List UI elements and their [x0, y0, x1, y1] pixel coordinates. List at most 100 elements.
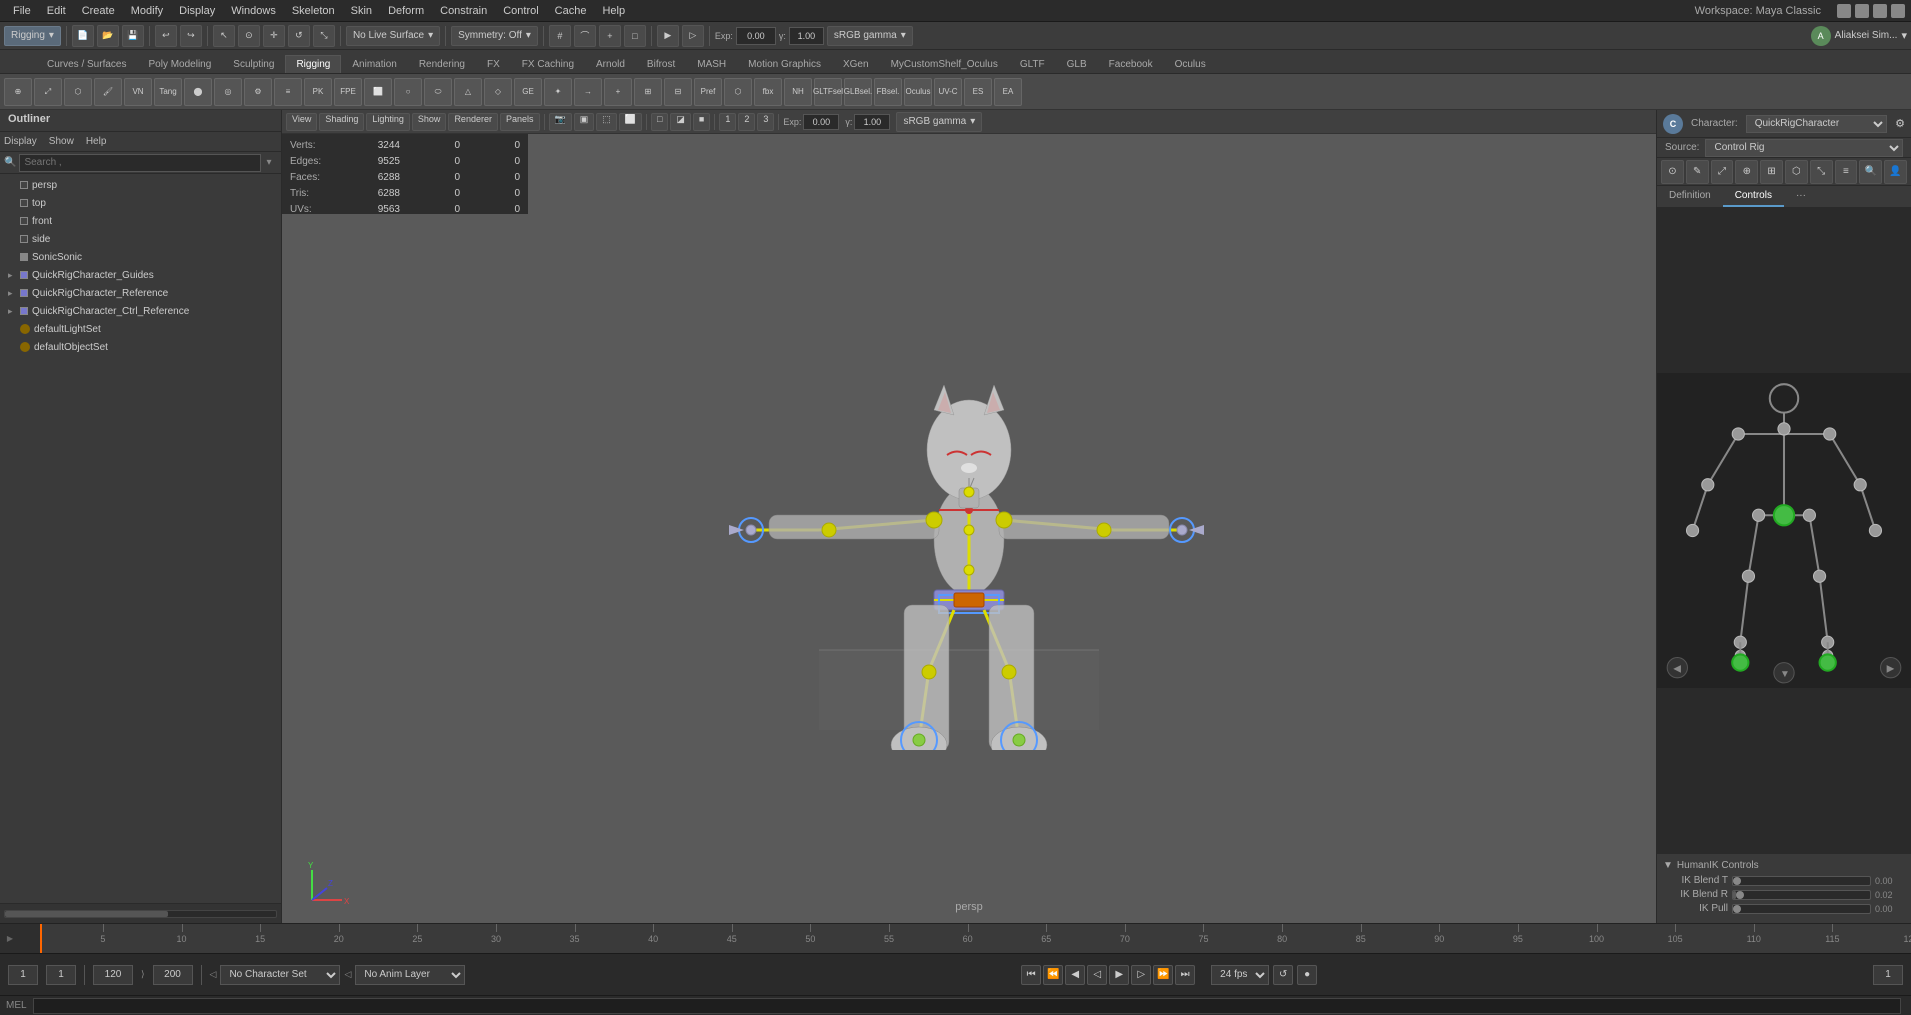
fps-dropdown[interactable]: 24 fps 30 fps [1211, 965, 1269, 985]
frame-start-input[interactable] [8, 965, 38, 985]
shelf-icon-star[interactable]: ✦ [544, 78, 572, 106]
hik-tool6[interactable]: ⬡ [1785, 160, 1808, 184]
shelf-tab-arnold[interactable]: Arnold [585, 55, 636, 73]
menu-modify[interactable]: Modify [124, 3, 170, 19]
menu-edit[interactable]: Edit [40, 3, 73, 19]
menu-windows[interactable]: Windows [224, 3, 283, 19]
shelf-tab-glb[interactable]: GLB [1056, 55, 1098, 73]
timeline-track[interactable]: 1510152025303540455055606570758085909510… [40, 924, 1911, 953]
shelf-icon-diamond[interactable]: ◇ [484, 78, 512, 106]
outliner-scrollbar[interactable] [4, 910, 277, 918]
play-back-btn[interactable]: ◁ [1087, 965, 1107, 985]
menu-control[interactable]: Control [496, 3, 545, 19]
shelf-icon-pk[interactable]: PK [304, 78, 332, 106]
shelf-icon-gltfsel[interactable]: GLTFsel [814, 78, 842, 106]
shelf-icon-pref[interactable]: Pref [694, 78, 722, 106]
next-key-btn[interactable]: ▷ [1131, 965, 1151, 985]
outliner-menu-show[interactable]: Show [49, 136, 74, 147]
shelf-icon-cylinder[interactable]: ⬭ [424, 78, 452, 106]
vp-shading1-btn[interactable]: □ [651, 113, 668, 131]
hik-tool3[interactable]: ⤢ [1711, 160, 1734, 184]
go-end-btn[interactable]: ⏭ [1175, 965, 1195, 985]
shelf-icon-arrow[interactable]: → [574, 78, 602, 106]
tree-item-persp[interactable]: persp [0, 176, 281, 194]
shelf-tab-fx[interactable]: FX [476, 55, 511, 73]
char-set-dropdown[interactable]: No Character Set [220, 965, 340, 985]
search-options-btn[interactable]: ▾ [261, 155, 277, 171]
new-scene-btn[interactable]: 📄 [72, 25, 94, 47]
tree-item-objectset[interactable]: defaultObjectSet [0, 338, 281, 356]
shelf-tab-xgen[interactable]: XGen [832, 55, 880, 73]
rotate-tool-btn[interactable]: ↺ [288, 25, 310, 47]
save-scene-btn[interactable]: 💾 [122, 25, 144, 47]
shelf-icon-joint[interactable]: ⊕ [4, 78, 32, 106]
shelf-icon-ik[interactable]: ⤢ [34, 78, 62, 106]
shelf-icon-grid[interactable]: ⊟ [664, 78, 692, 106]
loop-toggle-btn[interactable]: ↺ [1273, 965, 1293, 985]
next-frame-btn[interactable]: ⏩ [1153, 965, 1173, 985]
snap-view-btn[interactable]: □ [624, 25, 646, 47]
timeline-ruler[interactable]: 1510152025303540455055606570758085909510… [40, 924, 1911, 953]
vp-layout3-btn[interactable]: ⬜ [619, 113, 642, 131]
vp-quality2-btn[interactable]: 2 [738, 113, 755, 131]
hik-tool1[interactable]: ⊙ [1661, 160, 1684, 184]
mel-input[interactable] [33, 998, 1901, 1014]
shelf-icon-es[interactable]: ES [964, 78, 992, 106]
shelf-icon-settings[interactable]: ≡ [274, 78, 302, 106]
shelf-tab-curves[interactable]: Curves / Surfaces [36, 55, 137, 73]
shelf-icon-ea[interactable]: EA [994, 78, 1022, 106]
move-tool-btn[interactable]: ✛ [263, 25, 285, 47]
vp-menu-shading[interactable]: Shading [319, 113, 364, 131]
tab-definition[interactable]: Definition [1657, 186, 1723, 207]
tab-extra[interactable]: ··· [1784, 186, 1818, 207]
vp-menu-view[interactable]: View [286, 113, 317, 131]
shelf-icon-bind[interactable]: ⬡ [64, 78, 92, 106]
open-scene-btn[interactable]: 📂 [97, 25, 119, 47]
vp-layout1-btn[interactable]: ▣ [574, 113, 595, 131]
mode-dropdown[interactable]: Rigging ▾ [4, 26, 61, 46]
shelf-tab-bifrost[interactable]: Bifrost [636, 55, 686, 73]
vp-gamma-val[interactable]: 1.00 [854, 114, 890, 130]
character-dropdown[interactable]: QuickRigCharacter [1746, 115, 1887, 133]
vp-menu-renderer[interactable]: Renderer [448, 113, 498, 131]
tree-item-lightset[interactable]: defaultLightSet [0, 320, 281, 338]
shelf-icon-glbsel[interactable]: GLBsel. [844, 78, 872, 106]
shelf-icon-oc[interactable]: Oculus [904, 78, 932, 106]
viewport[interactable]: View Shading Lighting Show Renderer Pane… [282, 110, 1656, 923]
exposure-value[interactable]: 0.00 [736, 27, 776, 45]
vp-menu-lighting[interactable]: Lighting [366, 113, 410, 131]
shelf-tab-sculpting[interactable]: Sculpting [222, 55, 285, 73]
timeline-playhead[interactable] [40, 924, 42, 953]
vp-menu-panels[interactable]: Panels [500, 113, 540, 131]
hik-tool4[interactable]: ⊕ [1735, 160, 1758, 184]
shelf-icon-fpe[interactable]: FPE [334, 78, 362, 106]
shelf-icon-fbx[interactable]: fbx [754, 78, 782, 106]
hik-tool7[interactable]: ⤡ [1810, 160, 1833, 184]
tab-controls[interactable]: Controls [1723, 186, 1784, 207]
menu-constrain[interactable]: Constrain [433, 3, 494, 19]
play-fwd-btn[interactable]: ▶ [1109, 965, 1129, 985]
tree-item-front[interactable]: front [0, 212, 281, 230]
shelf-icon-hex[interactable]: ⬡ [724, 78, 752, 106]
shelf-tab-motiongraphics[interactable]: Motion Graphics [737, 55, 832, 73]
prev-frame-btn[interactable]: ⏪ [1043, 965, 1063, 985]
shelf-tab-facebook[interactable]: Facebook [1098, 55, 1164, 73]
shelf-icon-plus[interactable]: + [604, 78, 632, 106]
menu-create[interactable]: Create [75, 3, 122, 19]
shelf-tab-mash[interactable]: MASH [686, 55, 737, 73]
shelf-icon-cube[interactable]: ⬜ [364, 78, 392, 106]
menu-display[interactable]: Display [172, 3, 222, 19]
tree-item-ctrlref[interactable]: ▸ QuickRigCharacter_Ctrl_Reference [0, 302, 281, 320]
hik-tool5[interactable]: ⊞ [1760, 160, 1783, 184]
menu-skeleton[interactable]: Skeleton [285, 3, 342, 19]
shelf-tab-oculus[interactable]: Oculus [1164, 55, 1217, 73]
shelf-icon-uvc[interactable]: UV-C [934, 78, 962, 106]
vp-shading3-btn[interactable]: ■ [693, 113, 710, 131]
hik-collapse-icon[interactable]: ▼ [1663, 860, 1673, 871]
shelf-tab-mycustom[interactable]: MyCustomShelf_Oculus [880, 55, 1009, 73]
snap-point-btn[interactable]: + [599, 25, 621, 47]
shelf-icon-cluster[interactable]: ⬤ [184, 78, 212, 106]
outliner-menu-help[interactable]: Help [86, 136, 107, 147]
source-dropdown[interactable]: Control Rig [1705, 139, 1903, 157]
live-surface-dropdown[interactable]: No Live Surface ▾ [346, 26, 440, 46]
